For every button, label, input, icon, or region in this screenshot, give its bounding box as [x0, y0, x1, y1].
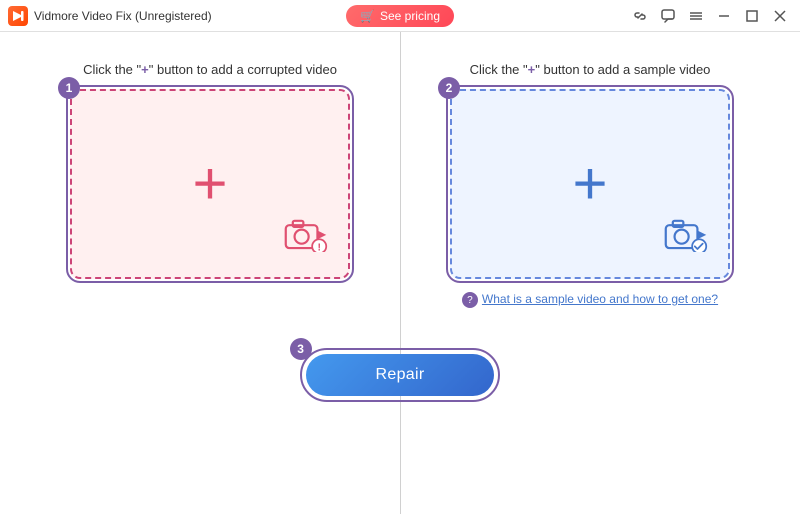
- sample-video-wrapper: 2 +: [450, 89, 730, 279]
- logo-icon: [8, 6, 28, 26]
- center-divider: [400, 32, 401, 514]
- repair-btn-wrapper: 3 Repair: [300, 348, 501, 402]
- see-pricing-button[interactable]: 🛒 See pricing: [346, 5, 454, 27]
- window-controls: [628, 4, 792, 28]
- repair-button[interactable]: Repair: [306, 354, 495, 396]
- cart-icon: 🛒: [360, 9, 375, 23]
- menu-button[interactable]: [684, 4, 708, 28]
- link-button[interactable]: [628, 4, 652, 28]
- title-bar: Vidmore Video Fix (Unregistered) 🛒 See p…: [0, 0, 800, 32]
- minimize-button[interactable]: [712, 4, 736, 28]
- right-panel-label: Click the "+" button to add a sample vid…: [470, 62, 711, 77]
- badge-1: 1: [58, 77, 80, 99]
- repair-area: 3 Repair: [300, 348, 501, 402]
- sample-camera-icon: [664, 216, 708, 257]
- svg-text:!: !: [317, 242, 321, 252]
- close-button[interactable]: [768, 4, 792, 28]
- left-panel-label: Click the "+" button to add a corrupted …: [83, 62, 337, 77]
- pricing-label: See pricing: [380, 9, 440, 23]
- corrupted-camera-icon: !: [284, 216, 328, 257]
- badge-3: 3: [290, 338, 312, 360]
- pricing-btn-container: 🛒 See pricing: [346, 5, 454, 27]
- corrupted-video-wrapper: 1 +: [70, 89, 350, 279]
- app-logo: Vidmore Video Fix (Unregistered): [8, 6, 212, 26]
- plus-icon-blue: +: [572, 154, 607, 214]
- sample-link[interactable]: What is a sample video and how to get on…: [482, 291, 718, 308]
- main-content: Click the "+" button to add a corrupted …: [0, 32, 800, 514]
- sample-link-container: ? What is a sample video and how to get …: [462, 291, 718, 308]
- question-icon: ?: [462, 292, 478, 308]
- app-title: Vidmore Video Fix (Unregistered): [34, 9, 212, 23]
- chat-button[interactable]: [656, 4, 680, 28]
- corrupted-video-dropzone[interactable]: + !: [70, 89, 350, 279]
- right-panel: Click the "+" button to add a sample vid…: [420, 62, 760, 308]
- repair-btn-outer-border: Repair: [300, 348, 501, 402]
- left-panel: Click the "+" button to add a corrupted …: [40, 62, 380, 279]
- plus-icon-red: +: [192, 154, 227, 214]
- badge-2: 2: [438, 77, 460, 99]
- sample-video-dropzone[interactable]: +: [450, 89, 730, 279]
- maximize-button[interactable]: [740, 4, 764, 28]
